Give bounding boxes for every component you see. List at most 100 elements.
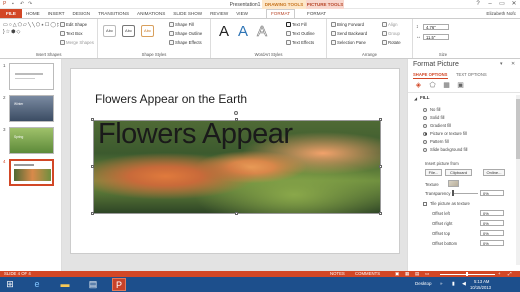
resize-handle[interactable] <box>91 165 94 168</box>
text-box-button[interactable]: Text Box <box>60 31 82 36</box>
shape-style-1[interactable]: Abc <box>103 25 116 37</box>
close-icon[interactable]: ✕ <box>508 0 520 9</box>
tab-shape-options[interactable]: SHAPE OPTIONS <box>413 72 447 77</box>
tab-insert[interactable]: INSERT <box>44 9 69 18</box>
text-fill-label: Text Fill <box>292 22 307 27</box>
text-effects-button[interactable]: Text Effects <box>286 40 314 45</box>
clock-time[interactable]: 5:13 AM <box>474 279 489 284</box>
shape-outline-button[interactable]: Shape Outline <box>169 31 202 36</box>
fill-line-icon[interactable]: ◈ <box>414 81 423 90</box>
edit-shape-button[interactable]: Edit Shape <box>60 22 87 27</box>
volume-icon[interactable]: ◀ <box>462 281 466 287</box>
offset-left-input[interactable]: 0% <box>480 210 504 216</box>
internet-explorer-icon[interactable]: e <box>30 278 44 291</box>
tab-animations[interactable]: ANIMATIONS <box>133 9 169 18</box>
bring-forward-button[interactable]: Bring Forward <box>331 22 364 27</box>
user-name[interactable]: Elizabeth Nofc <box>482 9 520 18</box>
slide-title[interactable]: Flowers Appear on the Earth <box>95 92 247 106</box>
zoom-slider-thumb[interactable] <box>466 272 468 276</box>
clipboard-button[interactable]: Clipboard <box>445 169 472 176</box>
tab-design[interactable]: DESIGN <box>69 9 95 18</box>
rotate-button[interactable]: Rotate <box>382 40 401 45</box>
tray-chevron-icon[interactable]: » <box>440 281 443 286</box>
online-button[interactable]: Online... <box>483 169 505 176</box>
resize-handle[interactable] <box>235 212 238 215</box>
resize-handle[interactable] <box>379 212 382 215</box>
wordart-style-2[interactable]: A <box>238 23 248 40</box>
group-button[interactable]: Group <box>382 31 400 36</box>
resize-handle[interactable] <box>235 118 238 121</box>
help-icon[interactable]: ? <box>472 0 484 9</box>
transparency-input[interactable]: 0% <box>480 190 504 196</box>
pane-close-icon[interactable]: ✕ <box>511 61 515 67</box>
tab-home[interactable]: HOME <box>22 9 44 18</box>
picture-fill-radio[interactable]: Picture or texture fill <box>423 131 467 136</box>
resize-handle[interactable] <box>91 118 94 121</box>
resize-handle[interactable] <box>379 165 382 168</box>
pane-options-icon[interactable]: ▾ <box>500 61 503 67</box>
slide-thumbnail-4[interactable] <box>9 159 54 186</box>
picture-icon[interactable]: ▣ <box>456 81 465 90</box>
slide[interactable]: Flowers Appear on the Earth Flowers Appe… <box>70 68 400 254</box>
start-icon[interactable]: ⊞ <box>3 278 17 291</box>
resize-handle[interactable] <box>379 118 382 121</box>
shape-effects-button[interactable]: Shape Effects <box>169 40 202 45</box>
tab-format-picture[interactable]: FORMAT <box>303 9 330 18</box>
transparency-slider-track[interactable] <box>453 193 478 194</box>
network-icon[interactable]: ▮ <box>452 281 455 287</box>
slide-background-fill-radio[interactable]: Slide background fill <box>423 147 467 152</box>
tab-file[interactable]: FILE <box>0 9 22 18</box>
size-properties-icon[interactable]: ▦ <box>442 81 451 90</box>
transparency-slider-thumb[interactable] <box>452 190 454 196</box>
desktop-toolbar[interactable]: Desktop <box>415 281 432 286</box>
selection-pane-button[interactable]: Selection Pane <box>331 40 366 45</box>
rotation-handle[interactable] <box>234 111 238 115</box>
slide-thumbnail-3[interactable]: Spring <box>9 127 54 154</box>
tab-transitions[interactable]: TRANSITIONS <box>94 9 133 18</box>
shape-style-3[interactable]: Abc <box>141 25 154 37</box>
offset-top-input[interactable]: 0% <box>480 230 504 236</box>
restore-icon[interactable]: ▭ <box>496 0 508 9</box>
offset-right-input[interactable]: 0% <box>480 220 504 226</box>
texture-picker[interactable] <box>448 180 459 187</box>
clock-date[interactable]: 10/15/2013 <box>470 285 491 290</box>
send-backward-button[interactable]: Send Backward <box>331 31 367 36</box>
pattern-fill-radio[interactable]: Pattern fill <box>423 139 449 144</box>
tile-picture-checkbox[interactable]: Tile picture as texture <box>423 201 470 206</box>
collapse-chevron-icon[interactable]: ◢ <box>414 96 417 101</box>
shape-fill-button[interactable]: Shape Fill <box>169 22 194 27</box>
file-explorer-icon[interactable]: ▬ <box>58 278 72 291</box>
gradient-fill-radio[interactable]: Gradient fill <box>423 123 451 128</box>
pane-scrollbar-thumb[interactable] <box>516 99 520 159</box>
width-input[interactable]: 11.5" <box>423 34 449 40</box>
align-button[interactable]: Align <box>382 22 398 27</box>
text-outline-button[interactable]: Text Outline <box>286 31 315 36</box>
file-button[interactable]: File... <box>425 169 442 176</box>
slide-thumbnail-2[interactable]: Winter <box>9 95 54 122</box>
wordart-style-3[interactable]: A <box>257 23 268 41</box>
wordart-style-1[interactable]: A <box>219 23 229 40</box>
tab-text-options[interactable]: TEXT OPTIONS <box>456 72 487 77</box>
slide-thumbnail-1[interactable] <box>9 63 54 90</box>
effects-icon[interactable]: ⬠ <box>428 81 437 90</box>
picture-text[interactable]: Flowers Appear <box>98 121 293 151</box>
offset-bottom-input[interactable]: 0% <box>480 240 504 246</box>
solid-fill-radio[interactable]: Solid fill <box>423 115 444 120</box>
store-icon[interactable]: ▤ <box>86 278 100 291</box>
tab-format-drawing[interactable]: FORMAT <box>265 8 296 19</box>
shapes-gallery[interactable]: ▭○△⬠▱╲╲⬡⭑☐◯▷➤⬭∖⌒{ }☆⬢◇ <box>3 22 59 44</box>
resize-handle[interactable] <box>91 212 94 215</box>
tab-slide-show[interactable]: SLIDE SHOW <box>169 9 206 18</box>
height-input[interactable]: 4.76" <box>423 24 449 30</box>
shape-style-2[interactable]: Abc <box>122 25 135 37</box>
minimize-icon[interactable]: – <box>484 0 496 9</box>
transparency-label: Transparency <box>425 191 451 196</box>
no-fill-radio[interactable]: No fill <box>423 107 440 112</box>
powerpoint-taskbar-icon[interactable]: P <box>112 278 126 291</box>
tab-view[interactable]: VIEW <box>232 9 252 18</box>
fill-section-header[interactable]: FILL <box>420 95 430 100</box>
tab-review[interactable]: REVIEW <box>206 9 232 18</box>
merge-shapes-button[interactable]: Merge Shapes <box>60 40 94 45</box>
picture-shape[interactable]: Flowers Appear <box>93 120 381 214</box>
text-fill-button[interactable]: Text Fill <box>286 22 307 27</box>
